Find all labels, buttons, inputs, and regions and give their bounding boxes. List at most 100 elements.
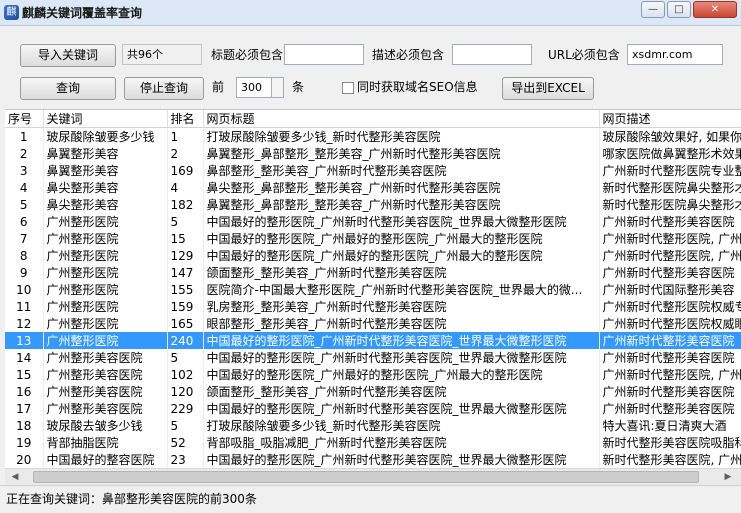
scrollbar-thumb[interactable] [33,471,699,483]
cell-keyword: 广州整形美容医院 [43,349,168,366]
table-row[interactable]: 10 广州整形医院 155 医院简介-中国最大整形医院_广州新时代整形美容医院_世界最… [5,281,741,298]
cell-desc: 广州新时代整形医院权威专 [599,298,741,315]
cell-rank: 182 [167,196,204,213]
seo-info-checkbox[interactable] [342,82,354,94]
table-row[interactable]: 1 玻尿酸除皱要多少钱 1 打玻尿酸除皱要多少钱_新时代整形美容医院 玻尿酸除皱效果好,… [5,127,741,145]
table-row[interactable]: 8 广州整形医院 129 中国最好的整形医院_广州最好的整形医院_广州最大的整形医院广… [5,247,741,264]
table-row[interactable]: 9 广州整形医院 147 颌面整形_整形美容_广州新时代整形美容医院 广州新时代整形美容… [5,264,741,281]
cell-desc: 新时代整形医院鼻尖整形才 [599,196,741,213]
cell-rank: 1 [167,127,204,145]
top-n-input[interactable]: 300 [236,77,272,98]
cell-keyword: 鼻尖整形美容 [43,179,168,196]
table-row[interactable]: 11 广州整形医院 159 乳房整形_整形美容_广州新时代整形美容医院 广州新时代整形医… [5,298,741,315]
grid-header-row: 序号 关键词 排名 网页标题 网页描述 [5,110,741,128]
column-header-desc[interactable]: 网页描述 [599,110,741,128]
cell-no: 17 [5,400,44,417]
table-row[interactable]: 6 广州整形医院 5 中国最好的整形医院_广州新时代整形美容医院_世界最大微整形医院广… [5,213,741,230]
cell-rank: 5 [167,213,204,230]
query-button[interactable]: 查询 [20,77,116,100]
table-row[interactable]: 5 鼻尖整形美容 182 鼻翼整形_鼻部整形_整形美容_广州新时代整形美容医院 新时代整… [5,196,741,213]
stop-query-button[interactable]: 停止查询 [124,77,204,100]
cell-title: 颌面整形_整形美容_广州新时代整形美容医院 [203,383,600,400]
cell-keyword: 广州整形医院 [43,332,168,349]
desc-filter-label: 描述必须包含 [372,48,445,62]
scroll-left-arrow-icon[interactable]: ◀ [7,469,23,485]
table-row[interactable]: 16 广州整形美容医院 120 颌面整形_整形美容_广州新时代整形美容医院 广州新时代整… [5,383,741,400]
table-row[interactable]: 20 中国最好的整容医院 23 中国最好的整形医院_广州新时代整形美容医院_世界最大微… [5,451,741,468]
horizontal-scrollbar[interactable]: ◀ ▶ [5,468,741,485]
cell-rank: 147 [167,264,204,281]
cell-keyword: 玻尿酸除皱要多少钱 [43,127,168,145]
cell-desc: 广州新时代整形医院专业整 [599,162,741,179]
table-row[interactable]: 4 鼻尖整形美容 4 鼻尖整形_鼻部整形_整形美容_广州新时代整形美容医院 新时代整形医… [5,179,741,196]
seo-info-label: 同时获取域名SEO信息 [357,80,478,94]
cell-no: 3 [5,162,44,179]
cell-desc: 广州新时代整形美容医院 [599,383,741,400]
cell-keyword: 广州整形医院 [43,298,168,315]
close-button[interactable]: ✕ [693,1,737,18]
cell-no: 4 [5,179,44,196]
cell-no: 6 [5,213,44,230]
top-n-prefix-label: 前 [212,80,225,94]
cell-keyword: 广州整形医院 [43,281,168,298]
table-row[interactable]: 15 广州整形美容医院 102 中国最好的整形医院_广州最好的整形医院_广州最大的整形… [5,366,741,383]
table-row[interactable]: 17 广州整形美容医院 229 中国最好的整形医院_广州新时代整形美容医院_世界最大微… [5,400,741,417]
export-excel-button[interactable]: 导出到EXCEL [502,77,594,100]
cell-keyword: 中国最好的整容医院 [43,451,168,468]
minimize-button[interactable]: — [641,1,665,18]
import-keywords-button[interactable]: 导入关键词 [20,44,116,67]
cell-rank: 169 [167,162,204,179]
cell-rank: 4 [167,179,204,196]
cell-rank: 15 [167,230,204,247]
cell-desc: 新时代整形美容医院吸脂科 [599,434,741,451]
column-header-title[interactable]: 网页标题 [203,110,600,128]
toolbar: 导入关键词 共96个 标题必须包含 描述必须包含 URL必须包含 xsdmr.c… [0,27,741,109]
url-filter-input[interactable]: xsdmr.com [627,44,723,65]
cell-rank: 240 [167,332,204,349]
table-row[interactable]: 12 广州整形医院 165 眼部整形_整形美容_广州新时代整形美容医院 广州新时代整形医… [5,315,741,332]
column-header-rank[interactable]: 排名 [167,110,204,128]
table-row[interactable]: 13 广州整形医院 240 中国最好的整形医院_广州新时代整形美容医院_世界最大微整形… [5,332,741,349]
table-row[interactable]: 19 背部抽脂医院 52 背部吸脂_吸脂减肥_广州新时代整形美容医院 新时代整形美容医院… [5,434,741,451]
cell-rank: 155 [167,281,204,298]
cell-keyword: 广州整形美容医院 [43,366,168,383]
cell-title: 颌面整形_整形美容_广州新时代整形美容医院 [203,264,600,281]
cell-desc: 广州新时代整形医院, 广州 [599,247,741,264]
cell-no: 14 [5,349,44,366]
cell-desc: 哪家医院做鼻翼整形术效果 [599,145,741,162]
desc-filter-input[interactable] [452,44,532,65]
top-n-spinner[interactable] [272,77,284,98]
scroll-right-arrow-icon[interactable]: ▶ [720,469,736,485]
table-row[interactable]: 3 鼻翼整形美容 169 鼻部整形_整形美容_广州新时代整形美容医院 广州新时代整形医院… [5,162,741,179]
column-header-no[interactable]: 序号 [5,110,44,128]
cell-title: 中国最好的整形医院_广州最好的整形医院_广州最大的整形医院 [203,230,600,247]
cell-no: 1 [5,127,44,145]
cell-title: 背部吸脂_吸脂减肥_广州新时代整形美容医院 [203,434,600,451]
table-row[interactable]: 7 广州整形医院 15 中国最好的整形医院_广州最好的整形医院_广州最大的整形医院 广州… [5,230,741,247]
cell-keyword: 广州整形美容医院 [43,400,168,417]
table-row[interactable]: 14 广州整形美容医院 5 中国最好的整形医院_广州新时代整形美容医院_世界最大微整形… [5,349,741,366]
cell-keyword: 广州整形医院 [43,230,168,247]
cell-desc: 特大喜讯:夏日清爽大酒 [599,417,741,434]
maximize-button[interactable]: □ [667,1,691,18]
cell-no: 10 [5,281,44,298]
table-row[interactable]: 2 鼻翼整形美容 2 鼻翼整形_鼻部整形_整形美容_广州新时代整形美容医院 哪家医院做鼻… [5,145,741,162]
cell-no: 20 [5,451,44,468]
cell-rank: 52 [167,434,204,451]
cell-rank: 165 [167,315,204,332]
cell-keyword: 广州整形医院 [43,264,168,281]
cell-no: 8 [5,247,44,264]
cell-desc: 玻尿酸除皱效果好, 如果你 [599,127,741,145]
cell-no: 11 [5,298,44,315]
cell-no: 12 [5,315,44,332]
title-bar: 麒 麒麟关键词覆盖率查询 — □ ✕ [0,0,741,26]
cell-desc: 广州新时代整形美容医院 [599,332,741,349]
title-filter-input[interactable] [284,44,364,65]
cell-title: 中国最好的整形医院_广州新时代整形美容医院_世界最大微整形医院 [203,451,600,468]
column-header-keyword[interactable]: 关键词 [43,110,168,128]
table-row[interactable]: 18 玻尿酸去皱多少钱 5 打玻尿酸除皱要多少钱_新时代整形美容医院 特大喜讯:夏日清… [5,417,741,434]
cell-no: 19 [5,434,44,451]
keyword-count-field: 共96个 [122,44,202,65]
cell-rank: 229 [167,400,204,417]
cell-desc: 广州新时代整形美容医院 [599,349,741,366]
